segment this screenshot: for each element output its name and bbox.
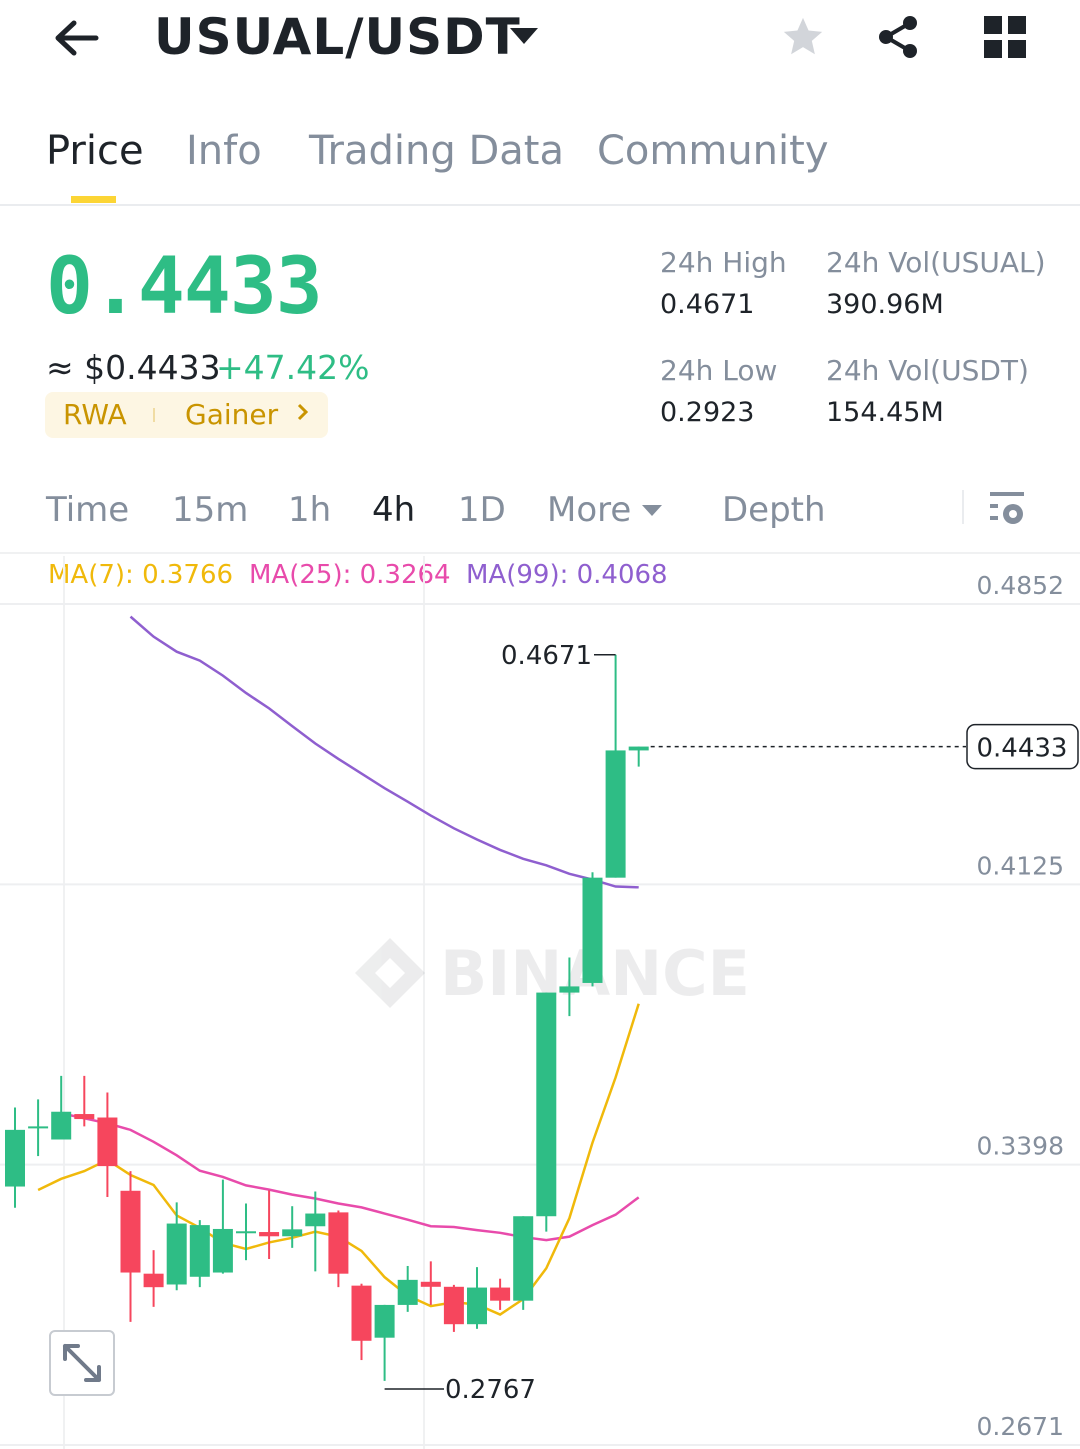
candle-body (28, 1126, 49, 1129)
interval-bar-divider (0, 552, 1080, 554)
candle-body (559, 986, 580, 993)
interval-4h[interactable]: 4h (372, 490, 415, 530)
tab-info[interactable]: Info (186, 128, 262, 174)
candle-body (536, 992, 557, 1217)
candle-body (374, 1304, 395, 1338)
interval-divider (962, 490, 964, 524)
back-arrow-icon[interactable] (52, 18, 100, 58)
candle-body (513, 1216, 534, 1301)
interval-time[interactable]: Time (46, 490, 129, 530)
current-price-label: 0.4433 (977, 734, 1068, 764)
pair-title[interactable]: USUAL/USDT (154, 8, 521, 66)
candle-body (582, 877, 603, 983)
share-icon[interactable] (876, 14, 922, 64)
chevron-right-icon (296, 401, 310, 427)
chart-settings-icon[interactable] (988, 490, 1028, 532)
stat-24h-vol-base-label: 24h Vol(USUAL) (826, 246, 1046, 279)
interval-more[interactable]: More (547, 490, 631, 530)
candle-body (305, 1213, 326, 1227)
candle-body (259, 1232, 280, 1237)
price-change-percent: +47.42% (216, 348, 370, 387)
stat-24h-vol-quote-label: 24h Vol(USDT) (826, 354, 1029, 387)
stat-24h-high: 0.4671 (660, 289, 755, 320)
fiat-price: ≈ $0.4433 (46, 348, 221, 387)
stat-24h-high-label: 24h High (660, 246, 787, 279)
y-axis-tick-label: 0.4852 (977, 571, 1064, 600)
binance-logo-icon (355, 938, 425, 1008)
caret-down-icon[interactable] (642, 502, 662, 521)
tag-rwa[interactable]: RWA (63, 398, 127, 431)
stat-24h-vol-quote: 154.45M (826, 397, 944, 428)
stat-24h-low: 0.2923 (660, 397, 755, 428)
candle-body (5, 1129, 25, 1187)
interval-15m[interactable]: 15m (172, 490, 248, 530)
candle-body (351, 1285, 372, 1341)
tab-community[interactable]: Community (597, 128, 829, 174)
high-marker-label: 0.4671 (501, 641, 592, 671)
last-price: 0.4433 (46, 242, 323, 332)
tab-trading-data[interactable]: Trading Data (309, 128, 564, 174)
candle-body (628, 746, 649, 751)
tag-gainer[interactable]: Gainer (185, 398, 278, 431)
y-axis-tick-label: 0.4125 (977, 851, 1064, 880)
candle-body (143, 1273, 164, 1288)
expand-chart-button[interactable] (49, 1330, 115, 1396)
low-marker-label: 0.2767 (445, 1375, 536, 1405)
candle-body (120, 1190, 141, 1273)
interval-depth[interactable]: Depth (722, 490, 826, 530)
tab-price[interactable]: Price (46, 128, 144, 174)
candle-body (328, 1212, 349, 1274)
tag-separator (153, 408, 155, 422)
y-axis-tick-label: 0.3398 (977, 1132, 1064, 1161)
candle-body (282, 1229, 303, 1237)
tabs-divider (0, 204, 1080, 206)
candle-body (397, 1279, 418, 1305)
interval-1d[interactable]: 1D (458, 490, 506, 530)
candle-body (236, 1231, 256, 1234)
candle-body (166, 1223, 187, 1285)
candlestick-chart[interactable]: BINANCE0.44330.46710.27670.48520.41250.3… (0, 556, 1080, 1449)
star-icon[interactable] (780, 14, 826, 64)
active-tab-indicator (71, 196, 116, 203)
candle-body (189, 1225, 210, 1277)
interval-1h[interactable]: 1h (288, 490, 331, 530)
tag-chip[interactable]: RWA Gainer (45, 392, 328, 438)
candle-body (467, 1287, 487, 1325)
candle-body (74, 1114, 95, 1120)
expand-icon (63, 1344, 101, 1382)
stat-24h-vol-base: 390.96M (826, 289, 944, 320)
candle-body (212, 1228, 233, 1273)
candle-body (51, 1111, 72, 1140)
candle-body (443, 1286, 464, 1325)
candle-body (97, 1117, 118, 1167)
candle-body (605, 750, 626, 878)
candle-body (420, 1281, 441, 1287)
y-axis-tick-label: 0.2671 (977, 1412, 1064, 1441)
grid-icon[interactable] (984, 16, 1026, 62)
caret-down-icon[interactable] (510, 28, 538, 50)
stat-24h-low-label: 24h Low (660, 354, 778, 387)
candle-body (490, 1287, 511, 1301)
